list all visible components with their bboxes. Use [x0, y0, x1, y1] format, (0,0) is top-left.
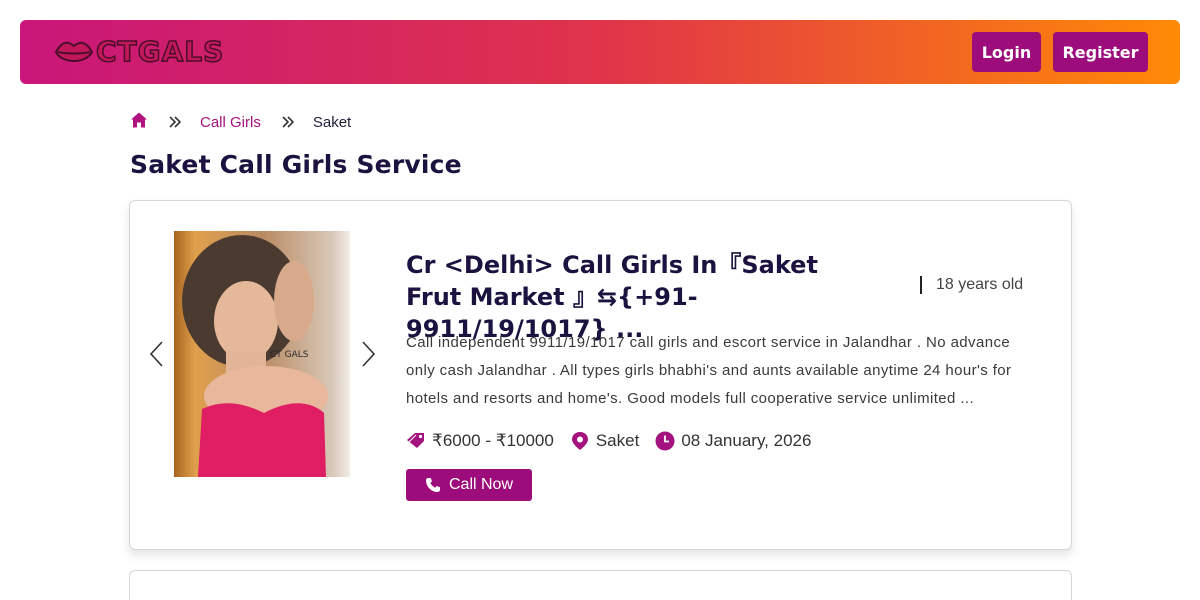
phone-icon: [425, 478, 440, 492]
logo-text: CTGALS: [95, 34, 225, 69]
breadcrumb-current: Saket: [312, 113, 352, 131]
clock-icon: [655, 431, 675, 451]
divider: [920, 276, 922, 294]
page-title: Saket Call Girls Service: [130, 150, 462, 179]
breadcrumb-home[interactable]: [130, 111, 148, 133]
location-label: Saket: [595, 431, 640, 450]
listing-card: CT GALS Cr <Delhi> Call Girls In『Saket F…: [129, 200, 1072, 550]
photo-watermark: CT GALS: [270, 350, 309, 360]
call-now-label: Call Now: [448, 476, 513, 493]
home-icon: [131, 112, 147, 128]
call-now-button[interactable]: Call Now: [406, 469, 532, 501]
price-info: ₹6000 - ₹10000: [406, 431, 554, 451]
breadcrumb-call-girls[interactable]: Call Girls: [200, 114, 261, 131]
location-info: Saket: [570, 431, 639, 451]
location-pin-icon: [571, 432, 588, 450]
price-tag-icon: [407, 433, 424, 448]
site-header: CTGALS Login Register: [20, 20, 1180, 84]
chevron-left-icon[interactable]: [147, 339, 167, 369]
double-chevron-right-icon: [282, 116, 294, 128]
double-chevron-right-icon: [169, 116, 182, 128]
breadcrumb: Call Girls Saket: [130, 112, 351, 132]
age-label: 18 years old: [936, 276, 1024, 293]
register-button[interactable]: Register: [1053, 32, 1148, 72]
date-label: 08 January, 2026: [681, 431, 812, 450]
login-button[interactable]: Login: [972, 32, 1041, 72]
listing-meta: ₹6000 - ₹10000 Saket 08 January, 2026: [406, 429, 827, 453]
site-logo[interactable]: CTGALS: [54, 34, 224, 70]
listing-description: Call independent 9911/19/1017 call girls…: [406, 334, 1012, 407]
chevron-right-icon[interactable]: [358, 339, 378, 369]
age-info: 18 years old: [920, 273, 1023, 297]
price-label: ₹6000 - ₹10000: [432, 431, 554, 450]
date-info: 08 January, 2026: [655, 431, 811, 451]
lips-icon: [54, 41, 94, 62]
listing-card: [129, 570, 1072, 600]
listing-photo[interactable]: CT GALS: [174, 231, 350, 477]
